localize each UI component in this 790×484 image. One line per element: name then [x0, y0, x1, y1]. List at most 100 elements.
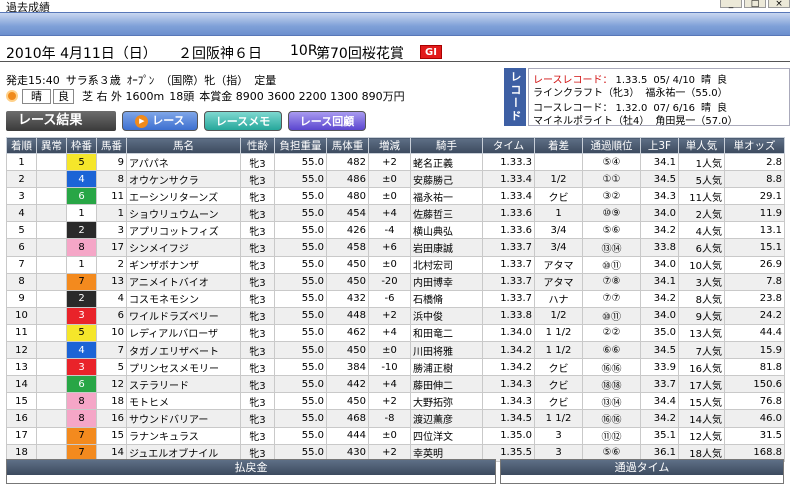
cell-win-odds: 7.8	[724, 272, 785, 291]
cell-time: 1.33.7	[482, 238, 535, 257]
col-header-last-3f[interactable]: 上3F	[640, 137, 679, 154]
cell-horse-name[interactable]: コスモネモシン	[126, 289, 241, 308]
col-header-win-odds[interactable]: 単オッズ	[724, 137, 785, 154]
cell-sex-age: 牝3	[240, 255, 275, 274]
cell-horse-name[interactable]: ショウリュウムーン	[126, 204, 241, 223]
cell-body-weight: 448	[326, 306, 369, 325]
cell-horse-name[interactable]: アパパネ	[126, 152, 241, 172]
cell-horse-name[interactable]: サウンドバリアー	[126, 409, 241, 428]
cell-body-weight: 480	[326, 187, 369, 206]
cell-win-odds: 31.5	[724, 426, 785, 445]
cell-time: 1.35.0	[482, 426, 535, 445]
col-header-jockey[interactable]: 騎手	[410, 137, 483, 154]
col-header-finish[interactable]: 着順	[6, 137, 37, 154]
cell-abnormal	[36, 272, 67, 291]
cell-frame: 1	[66, 204, 97, 223]
table-row[interactable]: 5 2 3 アプリコットフィズ 牝3 55.0 426 -4 横山典弘 1.33.6 3/4 ⑤⑥ 34…	[6, 221, 785, 240]
col-header-passing-order[interactable]: 通過順位	[582, 137, 641, 154]
cell-passing-order: ⑱⑱	[582, 375, 641, 394]
table-row[interactable]: 9 2 4 コスモネモシン 牝3 55.0 432 -6 石橋脩 1.33.7 ハナ ⑦⑦ 34.2 8人…	[6, 289, 785, 308]
table-row[interactable]: 12 4 7 タガノエリザベート 牝3 55.0 450 ±0 川田将雅 1.34.2 1 1/2 ⑥…	[6, 341, 785, 360]
cell-horse-name[interactable]: アニメイトバイオ	[126, 272, 241, 291]
table-row[interactable]: 16 8 16 サウンドバリアー 牝3 55.0 468 -8 渡辺薫彦 1.34.5 1 1/2 ⑯…	[6, 409, 785, 428]
cell-body-weight: 482	[326, 152, 369, 172]
table-row[interactable]: 17 7 15 ラナンキュラス 牝3 55.0 444 ±0 四位洋文 1.35.0 3 ⑪⑫ 35.1…	[6, 426, 785, 445]
cell-passing-order: ⑦⑧	[582, 272, 641, 291]
race-memo-button[interactable]: レースメモ	[204, 111, 282, 131]
cell-win-odds: 26.9	[724, 255, 785, 274]
cell-horse-name[interactable]: ステラリード	[126, 375, 241, 394]
cell-horse-name[interactable]: ラナンキュラス	[126, 426, 241, 445]
cell-time: 1.34.2	[482, 358, 535, 377]
table-row[interactable]: 7 1 2 ギンザボナンザ 牝3 55.0 450 ±0 北村宏司 1.33.7 アタマ ⑩⑪ 34.0…	[6, 255, 785, 274]
cell-finish: 8	[6, 272, 37, 291]
cell-horse-no: 4	[96, 289, 127, 308]
table-row[interactable]: 14 6 12 ステラリード 牝3 55.0 442 +4 藤田伸二 1.34.3 クビ ⑱⑱ 33.7…	[6, 375, 785, 394]
cell-weight-carried: 55.0	[274, 289, 327, 308]
cell-horse-name[interactable]: プリンセスメモリー	[126, 358, 241, 377]
cell-horse-name[interactable]: アプリコットフィズ	[126, 221, 241, 240]
cell-time: 1.34.0	[482, 323, 535, 343]
cell-body-weight: 450	[326, 255, 369, 274]
col-header-frame[interactable]: 枠番	[66, 137, 97, 154]
col-header-horse-no[interactable]: 馬番	[96, 137, 127, 154]
cell-frame: 8	[66, 409, 97, 428]
table-row[interactable]: 13 3 5 プリンセスメモリー 牝3 55.0 384 -10 勝浦正樹 1.34.2 クビ ⑯⑯ 3…	[6, 358, 785, 377]
table-row[interactable]: 2 4 8 オウケンサクラ 牝3 55.0 486 ±0 安藤勝己 1.33.4 1/2 ①① 34.5…	[6, 170, 785, 189]
cell-popularity: 16人気	[678, 358, 725, 377]
close-button[interactable]: ×	[768, 0, 790, 9]
race-video-button[interactable]: ▶ レース	[122, 111, 198, 131]
cell-time: 1.33.3	[482, 152, 535, 172]
cell-abnormal	[36, 392, 67, 411]
cell-popularity: 11人気	[678, 187, 725, 206]
cell-horse-name[interactable]: ギンザボナンザ	[126, 255, 241, 274]
cell-finish: 7	[6, 255, 37, 274]
table-row[interactable]: 8 7 13 アニメイトバイオ 牝3 55.0 450 -20 内田博幸 1.33.7 アタマ ⑦⑧ 3…	[6, 272, 785, 291]
cell-horse-name[interactable]: エーシンリターンズ	[126, 187, 241, 206]
cell-popularity: 1人気	[678, 152, 725, 172]
col-header-abnormal[interactable]: 異常	[36, 137, 67, 154]
table-row[interactable]: 10 3 6 ワイルドラズベリー 牝3 55.0 448 +2 浜中俊 1.33.8 1/2 ⑩⑪ 34…	[6, 306, 785, 325]
cell-frame: 5	[66, 323, 97, 343]
col-header-body-weight[interactable]: 馬体重	[326, 137, 369, 154]
course-record-horse: マイネルポライト（牡4）	[533, 116, 650, 127]
cell-horse-name[interactable]: タガノエリザベート	[126, 341, 241, 360]
table-row[interactable]: 4 1 1 ショウリュウムーン 牝3 55.0 454 +4 佐藤哲三 1.33.6 1 ⑩⑨ 34.0…	[6, 204, 785, 223]
cell-finish: 16	[6, 409, 37, 428]
col-header-margin[interactable]: 着差	[534, 137, 583, 154]
cell-time: 1.34.3	[482, 375, 535, 394]
col-header-weight-change[interactable]: 増減	[368, 137, 411, 154]
minimize-button[interactable]: _	[720, 0, 742, 9]
col-header-time[interactable]: タイム	[482, 137, 535, 154]
cell-horse-name[interactable]: レディアルバローザ	[126, 323, 241, 343]
cell-horse-name[interactable]: オウケンサクラ	[126, 170, 241, 189]
cell-horse-no: 13	[96, 272, 127, 291]
table-row[interactable]: 11 5 10 レディアルバローザ 牝3 55.0 462 +4 和田竜二 1.34.0 1 1/2…	[6, 323, 785, 343]
cell-passing-order: ⑬⑭	[582, 392, 641, 411]
table-row[interactable]: 6 8 17 シンメイフジ 牝3 55.0 458 +6 岩田康誠 1.33.7 3/4 ⑬⑭ 33.8…	[6, 238, 785, 257]
cell-horse-name[interactable]: シンメイフジ	[126, 238, 241, 257]
table-row[interactable]: 1 5 9 アパパネ 牝3 55.0 482 +2 蛯名正義 1.33.3 ⑤④ 34.1 1人気 2.8	[6, 152, 785, 172]
maximize-button[interactable]: □	[744, 0, 766, 9]
cell-weight-change: ±0	[368, 255, 411, 274]
cell-horse-name[interactable]: ワイルドラズベリー	[126, 306, 241, 325]
table-row[interactable]: 15 8 18 モトヒメ 牝3 55.0 450 +2 大野拓弥 1.34.3 クビ ⑬⑭ 34.4 15…	[6, 392, 785, 411]
col-header-weight-carried[interactable]: 負担重量	[274, 137, 327, 154]
col-header-horse-name[interactable]: 馬名	[126, 137, 241, 154]
cell-horse-name[interactable]: モトヒメ	[126, 392, 241, 411]
table-row[interactable]: 3 6 11 エーシンリターンズ 牝3 55.0 480 ±0 福永祐一 1.33.4 クビ ③② 34…	[6, 187, 785, 206]
cell-weight-carried: 55.0	[274, 187, 327, 206]
cell-frame: 2	[66, 289, 97, 308]
cell-weight-carried: 55.0	[274, 204, 327, 223]
cell-last-3f: 34.3	[640, 187, 679, 206]
col-header-popularity[interactable]: 単人気	[678, 137, 725, 154]
cell-margin: 1/2	[534, 306, 583, 325]
race-review-button[interactable]: レース回顧	[288, 111, 366, 131]
cell-sex-age: 牝3	[240, 170, 275, 189]
col-header-sex-age[interactable]: 性齢	[240, 137, 275, 154]
cell-body-weight: 384	[326, 358, 369, 377]
result-toolbar: レース結果 ▶ レース レースメモ レース回顧	[6, 110, 366, 132]
cell-body-weight: 462	[326, 323, 369, 343]
cell-body-weight: 454	[326, 204, 369, 223]
cell-jockey: 安藤勝己	[410, 170, 483, 189]
